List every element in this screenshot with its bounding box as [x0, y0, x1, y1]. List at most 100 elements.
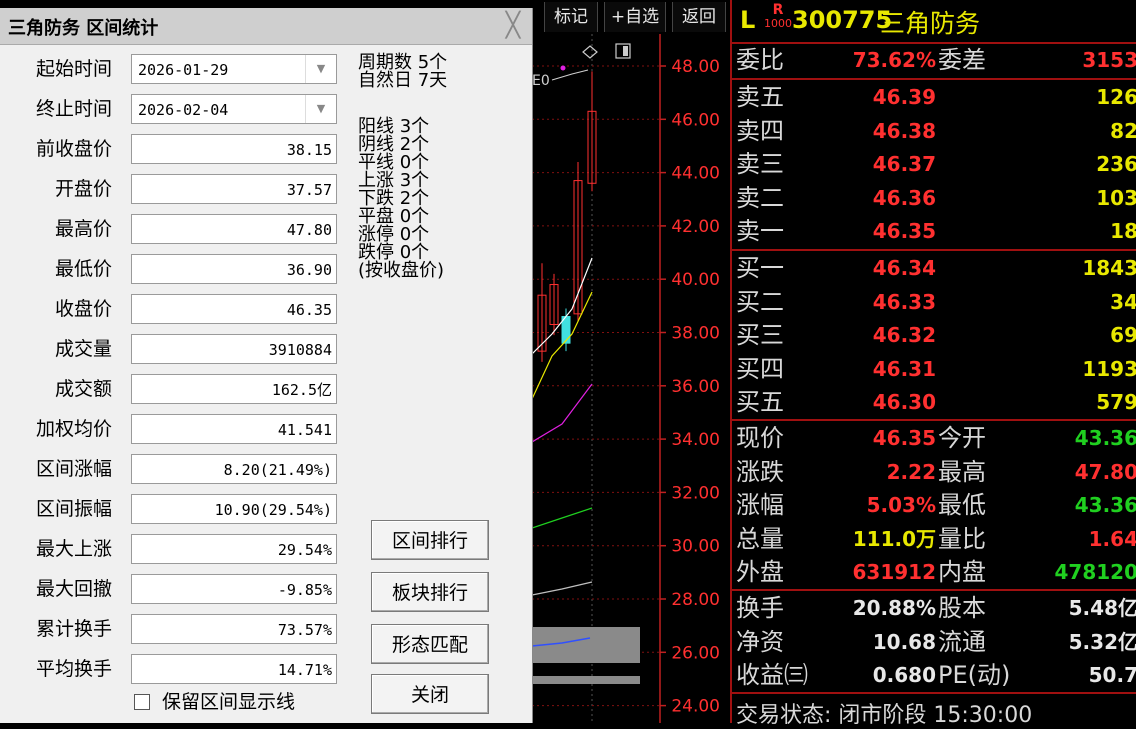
order-price: 46.37: [873, 148, 936, 181]
stat-label: 量比: [938, 523, 986, 556]
field-label: 前收盘价: [8, 133, 112, 165]
stat-label: 股本: [938, 592, 986, 625]
back-button[interactable]: 返回: [672, 2, 726, 32]
weibi-value: 73.62%: [853, 44, 936, 77]
price-tick-label: 44.00: [671, 164, 720, 184]
pattern-match-button[interactable]: 形态匹配: [371, 624, 489, 664]
chevron-down-icon[interactable]: ▼: [305, 55, 336, 83]
market-prefix: L: [740, 6, 755, 34]
field-label: 开盘价: [8, 173, 112, 205]
buy-level-label: 买三: [736, 319, 784, 352]
stat-label: 流通: [938, 626, 986, 659]
fundamental-row: 换手20.88%股本5.48亿: [732, 592, 1136, 625]
range-rank-button[interactable]: 区间排行: [371, 520, 489, 560]
close-button[interactable]: 关闭: [371, 674, 489, 714]
buy-level-label: 买二: [736, 286, 784, 319]
end-date-select[interactable]: 2026-02-04▼: [131, 94, 337, 124]
stat-value: 2.22: [887, 456, 936, 489]
order-price: 46.32: [873, 319, 936, 352]
field-value: 46.35: [131, 294, 337, 324]
order-price: 46.35: [873, 215, 936, 248]
date-value: 2026-01-29: [138, 55, 228, 85]
stat-label: 收益㈢: [736, 659, 808, 692]
sector-rank-button[interactable]: 板块排行: [371, 572, 489, 612]
stat-value: 111.0万: [853, 523, 936, 556]
buy-level-label: 买五: [736, 386, 784, 419]
price-tick-label: 40.00: [671, 270, 720, 290]
chevron-down-icon[interactable]: ▼: [305, 95, 336, 123]
dialog-title: 三角防务 区间统计: [8, 14, 158, 40]
price-chart[interactable]: E0 48.0046.0044.0042.0040.0038.0036.0034…: [532, 34, 728, 723]
field-label: 最高价: [8, 213, 112, 245]
stat-value: 1.64: [1089, 523, 1136, 556]
ma-line-green: [532, 508, 592, 528]
price-tick-label: 32.00: [671, 483, 720, 503]
order-price: 46.34: [873, 252, 936, 285]
weicha-label: 委差: [938, 44, 986, 77]
buy-level-label: 买四: [736, 353, 784, 386]
order-row: 买四46.311193: [732, 353, 1136, 386]
stat-label: 内盘: [938, 556, 986, 589]
stat-value: 631912: [853, 556, 937, 589]
price-tick-label: 34.00: [671, 430, 720, 450]
range-stats-dialog: 三角防务 区间统计 ╳ 起始时间2026-01-29▼终止时间2026-02-0…: [0, 8, 533, 723]
marker-dot: [561, 66, 566, 71]
buy-level-label: 买一: [736, 252, 784, 285]
dialog-titlebar[interactable]: 三角防务 区间统计 ╳: [0, 8, 532, 45]
price-tick-label: 38.00: [671, 324, 720, 344]
stat-label: 换手: [736, 592, 784, 625]
field-value: 38.15: [131, 134, 337, 164]
order-row: 卖一46.3518: [732, 215, 1136, 248]
order-row: 买一 46.34 1843: [732, 252, 1136, 285]
order-volume: 82: [1110, 115, 1136, 148]
field-label: 最大上涨: [8, 533, 112, 565]
start-date-select[interactable]: 2026-01-29 ▼: [131, 54, 337, 84]
field-label: 区间涨幅: [8, 453, 112, 485]
price-tick-label: 30.00: [671, 537, 720, 557]
ma-line-gray: [532, 582, 592, 595]
r-badge-bottom: 1000: [764, 17, 792, 30]
order-row: 卖四46.3882: [732, 115, 1136, 148]
close-icon[interactable]: ╳: [500, 12, 526, 38]
field-value: 36.90: [131, 254, 337, 284]
stock-name: 三角防务: [880, 4, 980, 40]
stat-label: 现价: [736, 422, 784, 455]
order-price: 46.39: [873, 81, 936, 114]
quote-stat-row: 外盘631912内盘478120: [732, 556, 1136, 589]
stat-line: 自然日 7天: [358, 72, 447, 90]
quote-stat-row: 涨幅5.03%最低43.36: [732, 489, 1136, 522]
mark-button[interactable]: 标记: [544, 2, 598, 32]
order-price: 46.38: [873, 115, 936, 148]
stat-value: 47.80: [1075, 456, 1136, 489]
separator: [732, 78, 1136, 80]
sell-level-label: 卖一: [736, 215, 784, 248]
r-badge: R 1000: [764, 3, 792, 30]
stat-label: 净资: [736, 626, 784, 659]
field-label: 平均换手: [8, 653, 112, 685]
separator: [732, 692, 1136, 694]
price-tick-label: 46.00: [671, 110, 720, 130]
order-volume: 1843: [1082, 252, 1136, 285]
field-label: 累计换手: [8, 613, 112, 645]
quote-panel: L R 1000 300775 三角防务 委比 73.62% 委差 3153 卖…: [730, 0, 1136, 723]
keep-lines-checkbox[interactable]: [134, 694, 150, 710]
stat-value: 43.36: [1075, 422, 1136, 455]
stat-label: 最低: [938, 489, 986, 522]
stat-value: 5.03%: [867, 489, 936, 522]
field-label: 最大回撤: [8, 573, 112, 605]
order-volume: 69: [1110, 319, 1136, 352]
add-favorite-button[interactable]: +自选: [604, 2, 666, 32]
field-value: 37.57: [131, 174, 337, 204]
trade-status: 交易状态: 闭市阶段 15:30:00: [736, 697, 1032, 729]
field-value: -9.85%: [131, 574, 337, 604]
field-label: 终止时间: [8, 93, 112, 125]
separator: [732, 589, 1136, 591]
stat-value: 43.36: [1075, 489, 1136, 522]
field-label: 成交额: [8, 373, 112, 405]
weibi-label: 委比: [736, 44, 784, 77]
quote-header: L R 1000 300775 三角防务: [732, 0, 1136, 44]
stat-label: 今开: [938, 422, 986, 455]
quote-stat-row: 涨跌2.22最高47.80: [732, 456, 1136, 489]
diamond-icon[interactable]: [583, 46, 597, 58]
range-band: [532, 676, 640, 684]
